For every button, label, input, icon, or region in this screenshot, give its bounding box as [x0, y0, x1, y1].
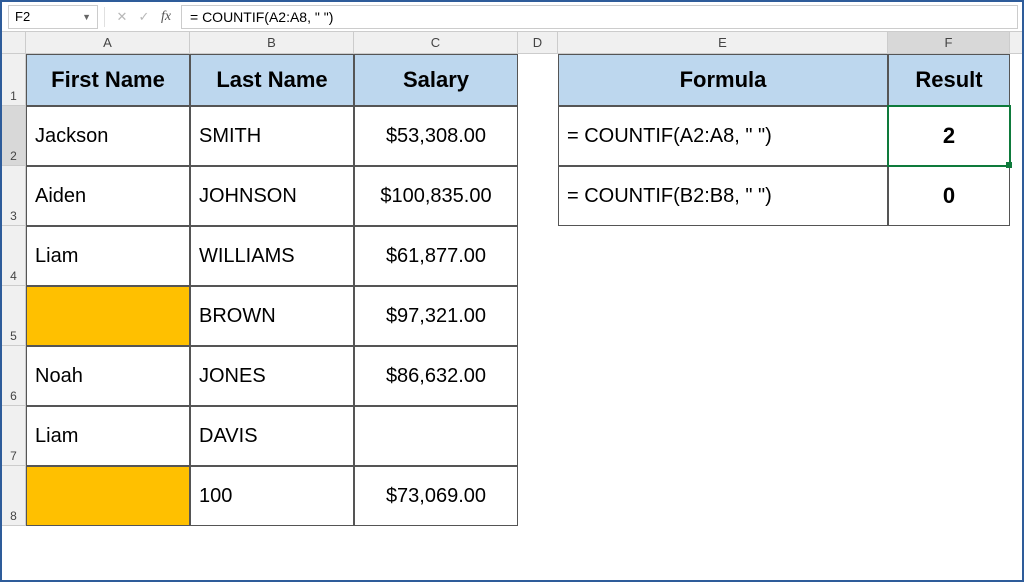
column-headers: ABCDEF — [26, 32, 1022, 54]
fill-handle[interactable] — [1006, 162, 1012, 168]
cell-formula2[interactable]: = COUNTIF(A2:A8, " ") — [558, 106, 888, 166]
col-header-E[interactable]: E — [558, 32, 888, 53]
row-header-1[interactable]: 1 — [2, 54, 25, 106]
row-header-2[interactable]: 2 — [2, 106, 25, 166]
cancel-icon[interactable]: ✕ — [111, 6, 133, 28]
confirm-icon[interactable]: ✓ — [133, 6, 155, 28]
chevron-down-icon[interactable]: ▼ — [82, 12, 91, 22]
row-header-5[interactable]: 5 — [2, 286, 25, 346]
cell-last8[interactable]: 100 — [190, 466, 354, 526]
col-header-C[interactable]: C — [354, 32, 518, 53]
formula-bar: F2 ▼ ✕ ✓ fx = COUNTIF(A2:A8, " ") — [2, 2, 1022, 32]
divider — [104, 7, 105, 27]
row-header-7[interactable]: 7 — [2, 406, 25, 466]
name-box-value: F2 — [15, 9, 30, 24]
cell-first3[interactable]: Aiden — [26, 166, 190, 226]
cell-formula3[interactable]: = COUNTIF(B2:B8, " ") — [558, 166, 888, 226]
cell-last3[interactable]: JOHNSON — [190, 166, 354, 226]
col-header-B[interactable]: B — [190, 32, 354, 53]
row-headers: 12345678 — [2, 54, 26, 526]
formula-text: = COUNTIF(A2:A8, " ") — [190, 9, 333, 25]
cell-result3[interactable]: 0 — [888, 166, 1010, 226]
cell-last4[interactable]: WILLIAMS — [190, 226, 354, 286]
cell-result2[interactable]: 2 — [888, 106, 1010, 166]
header-last-name[interactable]: Last Name — [190, 54, 354, 106]
cell-salary7[interactable] — [354, 406, 518, 466]
cell-last5[interactable]: BROWN — [190, 286, 354, 346]
col-header-D[interactable]: D — [518, 32, 558, 53]
cell-last7[interactable]: DAVIS — [190, 406, 354, 466]
cell-salary8[interactable]: $73,069.00 — [354, 466, 518, 526]
col-header-F[interactable]: F — [888, 32, 1010, 53]
row-header-3[interactable]: 3 — [2, 166, 25, 226]
cell-first4[interactable]: Liam — [26, 226, 190, 286]
header-first-name[interactable]: First Name — [26, 54, 190, 106]
cell-salary3[interactable]: $100,835.00 — [354, 166, 518, 226]
header-formula[interactable]: Formula — [558, 54, 888, 106]
cell-first2[interactable]: Jackson — [26, 106, 190, 166]
header-salary[interactable]: Salary — [354, 54, 518, 106]
formula-input[interactable]: = COUNTIF(A2:A8, " ") — [181, 5, 1018, 29]
row-header-8[interactable]: 8 — [2, 466, 25, 526]
header-result[interactable]: Result — [888, 54, 1010, 106]
row-header-4[interactable]: 4 — [2, 226, 25, 286]
cell-salary2[interactable]: $53,308.00 — [354, 106, 518, 166]
fx-icon[interactable]: fx — [155, 6, 177, 28]
name-box[interactable]: F2 ▼ — [8, 5, 98, 29]
cell-first5[interactable] — [26, 286, 190, 346]
col-header-A[interactable]: A — [26, 32, 190, 53]
cell-last6[interactable]: JONES — [190, 346, 354, 406]
cell-first7[interactable]: Liam — [26, 406, 190, 466]
cell-salary5[interactable]: $97,321.00 — [354, 286, 518, 346]
cell-first8[interactable] — [26, 466, 190, 526]
cell-salary4[interactable]: $61,877.00 — [354, 226, 518, 286]
cells-area: First NameLast NameSalary FormulaResult Ja… — [26, 54, 1022, 580]
cell-first6[interactable]: Noah — [26, 346, 190, 406]
select-all-corner[interactable] — [2, 32, 26, 54]
cell-salary6[interactable]: $86,632.00 — [354, 346, 518, 406]
row-header-6[interactable]: 6 — [2, 346, 25, 406]
cell-last2[interactable]: SMITH — [190, 106, 354, 166]
